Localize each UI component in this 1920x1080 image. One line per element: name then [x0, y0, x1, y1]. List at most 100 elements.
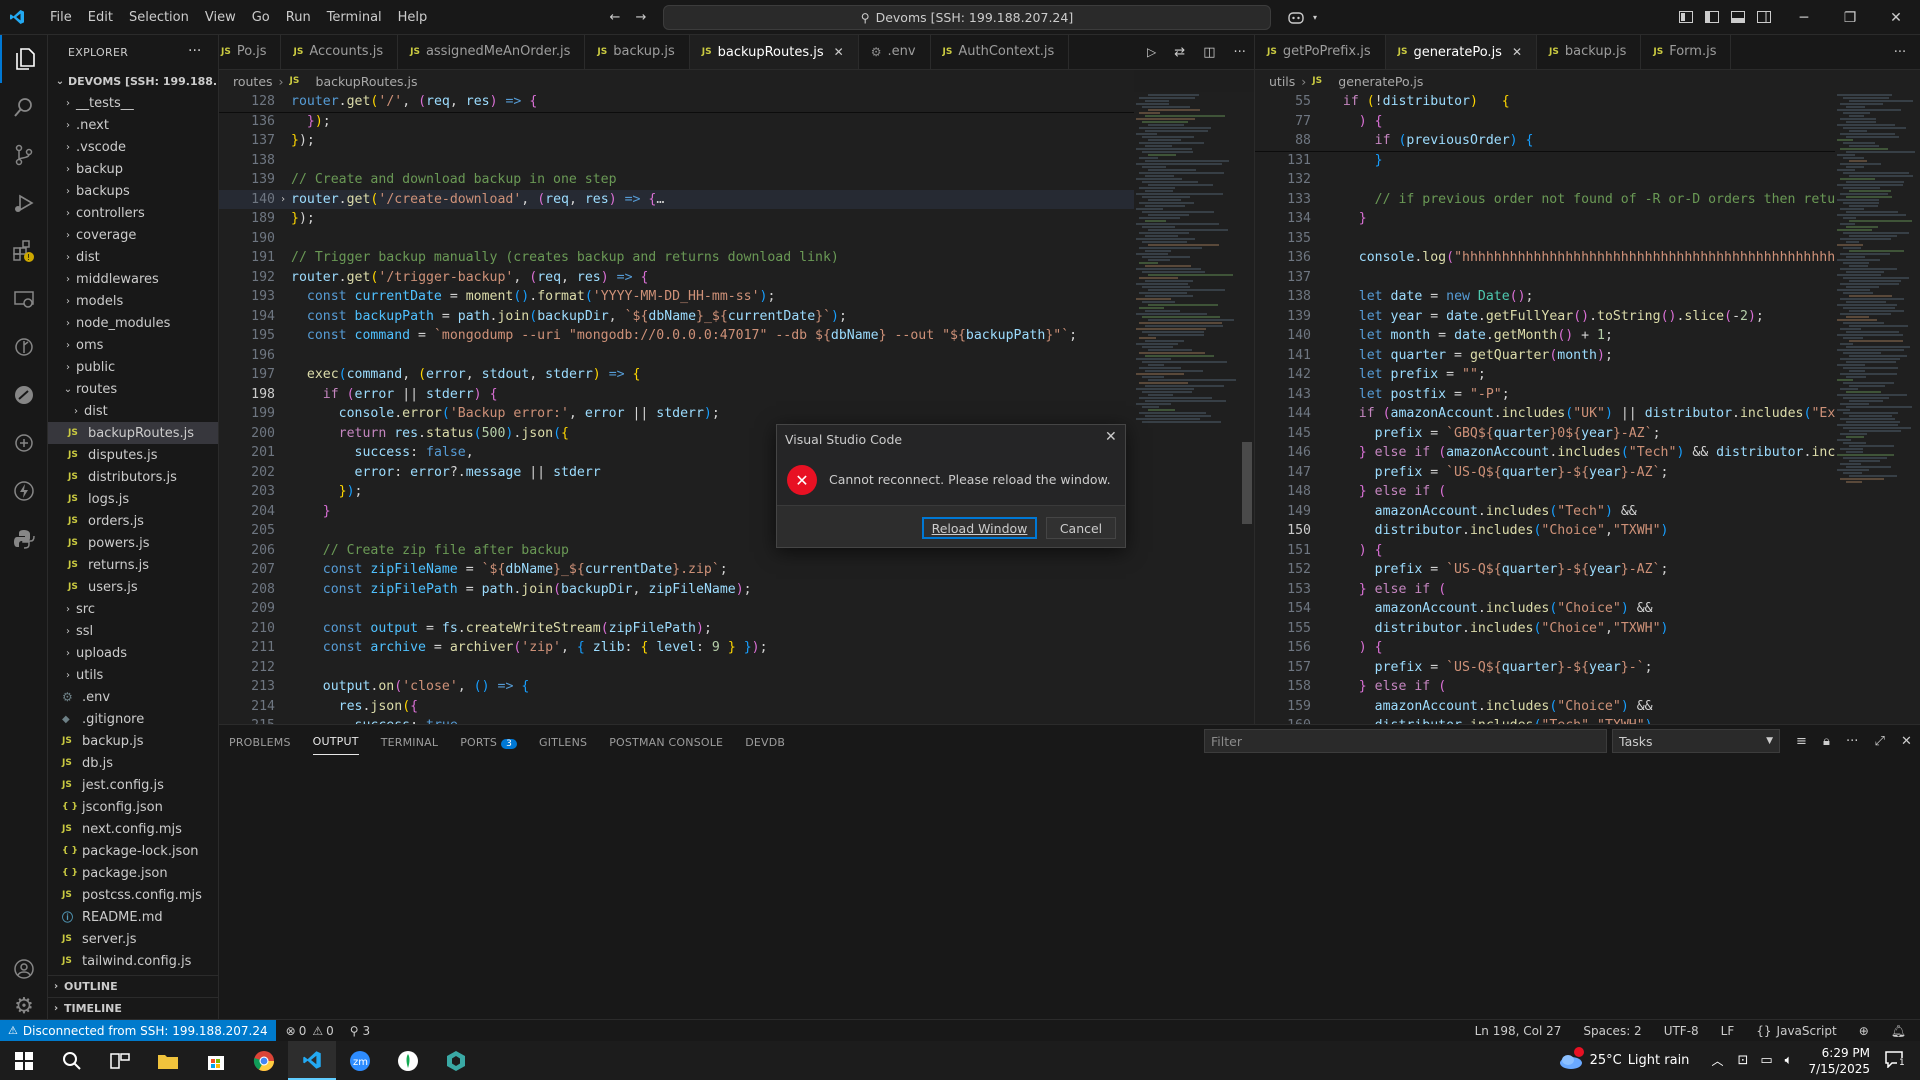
panel-tab-devdb[interactable]: DEVDB [745, 730, 785, 755]
folder-item[interactable]: › public [48, 356, 218, 378]
accounts-icon[interactable] [0, 945, 48, 993]
toggle-secondary-sidebar-icon[interactable] [1755, 9, 1773, 25]
file-item[interactable]: JS powers.js [48, 532, 218, 554]
close-tab-icon[interactable]: ✕ [1512, 45, 1522, 59]
file-item[interactable]: ◆ .gitignore [48, 708, 218, 730]
left-minimap[interactable] [1134, 92, 1240, 724]
breadcrumb-file[interactable]: backupRoutes.js [316, 74, 418, 89]
panel-tab-problems[interactable]: PROBLEMS [229, 730, 291, 755]
panel-tab-ports[interactable]: PORTS 3 [460, 730, 517, 755]
folder-item[interactable]: › controllers [48, 202, 218, 224]
zoom-icon[interactable]: zm [336, 1041, 384, 1080]
editor-tab[interactable]: JS backup.js [1537, 35, 1642, 69]
more-panel-actions-icon[interactable]: ··· [1846, 734, 1858, 749]
menu-item-run[interactable]: Run [278, 0, 319, 35]
folder-item[interactable]: › dist [48, 246, 218, 268]
editor-tab[interactable]: JS Accounts.js [281, 35, 399, 69]
folder-item[interactable]: › oms [48, 334, 218, 356]
notifications-bell-icon[interactable]: 🔔︎ [1891, 1024, 1906, 1038]
file-item[interactable]: JS backup.js [48, 730, 218, 752]
left-code-editor[interactable]: 128 router.get('/', (req, res) => {136 })… [219, 92, 1134, 724]
dialog-close-icon[interactable]: ✕ [1105, 429, 1117, 445]
cancel-button[interactable]: Cancel [1046, 517, 1116, 539]
editor-tab[interactable]: JS backupRoutes.js ✕ [689, 35, 859, 69]
folder-item[interactable]: › node_modules [48, 312, 218, 334]
vscode-taskbar-icon[interactable] [288, 1041, 336, 1080]
run-file-icon[interactable]: ▷ [1147, 45, 1156, 59]
file-item[interactable]: JS postcss.config.mjs [48, 884, 218, 906]
folder-item[interactable]: › uploads [48, 642, 218, 664]
microsoft-store-icon[interactable] [192, 1041, 240, 1080]
run-debug-icon[interactable] [0, 179, 48, 227]
menu-item-edit[interactable]: Edit [80, 0, 121, 35]
editor-tab[interactable]: JS getPoPrefix.js [1255, 35, 1386, 69]
ports-status[interactable]: ⚲ 3 [350, 1024, 370, 1038]
file-item[interactable]: JS tailwind.config.js [48, 950, 218, 972]
problems-status[interactable]: ⊗ 0 ⚠ 0 [286, 1024, 334, 1038]
menu-item-file[interactable]: File [42, 0, 80, 35]
end-of-line[interactable]: LF [1721, 1024, 1735, 1038]
explorer-icon[interactable] [0, 35, 48, 83]
app-icon[interactable] [432, 1041, 480, 1080]
editor-tab[interactable]: JS Po.js [219, 35, 282, 69]
toggle-panel-icon[interactable] [1729, 9, 1747, 25]
more-editor-actions-icon[interactable]: ··· [1880, 35, 1920, 70]
clock[interactable]: 6:29 PM 7/15/2025 [1808, 1045, 1870, 1077]
breadcrumb-folder[interactable]: utils [1269, 74, 1295, 89]
folder-item[interactable]: › middlewares [48, 268, 218, 290]
close-tab-icon[interactable]: ✕ [834, 45, 844, 59]
extensions-icon[interactable]: ! [0, 227, 48, 275]
file-item[interactable]: ⚙ .env [48, 686, 218, 708]
file-item[interactable]: JS jest.config.js [48, 774, 218, 796]
file-item[interactable]: JS server.js [48, 928, 218, 950]
breadcrumb-file[interactable]: generatePo.js [1338, 74, 1423, 89]
windows-start-icon[interactable] [0, 1041, 48, 1080]
menu-item-selection[interactable]: Selection [121, 0, 197, 35]
file-item[interactable]: JS next.config.mjs [48, 818, 218, 840]
remote-explorer-icon[interactable] [0, 275, 48, 323]
breadcrumb-folder[interactable]: routes [233, 74, 273, 89]
folder-item[interactable]: › dist [48, 400, 218, 422]
right-code-editor[interactable]: 55 if (!distributor) {77 ) {88 if (previ… [1255, 92, 1835, 724]
folder-item[interactable]: › coverage [48, 224, 218, 246]
file-item[interactable]: JS users.js [48, 576, 218, 598]
close-panel-icon[interactable]: ✕ [1901, 734, 1912, 749]
remote-status[interactable]: ⚠ Disconnected from SSH: 199.188.207.24 [0, 1019, 276, 1042]
file-item[interactable]: JS orders.js [48, 510, 218, 532]
file-item[interactable]: JS returns.js [48, 554, 218, 576]
panel-tab-output[interactable]: OUTPUT [312, 729, 359, 755]
panel-tab-postman-console[interactable]: POSTMAN CONSOLE [609, 730, 723, 755]
editor-tab[interactable]: JS Form.js [1641, 35, 1732, 69]
file-item[interactable]: JS distributors.js [48, 466, 218, 488]
folder-item[interactable]: › models [48, 290, 218, 312]
close-window-icon[interactable]: ✕ [1873, 0, 1919, 35]
menu-item-help[interactable]: Help [390, 0, 436, 35]
indentation[interactable]: Spaces: 2 [1583, 1024, 1641, 1038]
chrome-icon[interactable] [240, 1041, 288, 1080]
file-item[interactable]: { } jsconfig.json [48, 796, 218, 818]
editor-tab[interactable]: JS assignedMeAnOrder.js [398, 35, 586, 69]
minimize-icon[interactable]: ─ [1781, 0, 1827, 35]
more-editor-actions-icon[interactable]: ··· [1234, 45, 1246, 60]
panel-tab-gitlens[interactable]: GITLENS [539, 730, 587, 755]
left-scrollbar[interactable] [1240, 92, 1254, 724]
file-item[interactable]: { } package.json [48, 862, 218, 884]
source-control-icon[interactable] [0, 131, 48, 179]
editor-tab[interactable]: ⚙ .env [858, 35, 931, 69]
copilot-status-icon[interactable]: ⊕ [1859, 1024, 1869, 1038]
menu-item-go[interactable]: Go [244, 0, 278, 35]
scrollbar-thumb[interactable] [1242, 442, 1252, 524]
back-arrow-icon[interactable]: ← [606, 9, 624, 25]
file-explorer-icon[interactable] [144, 1041, 192, 1080]
folder-item[interactable]: › backup [48, 158, 218, 180]
compare-changes-icon[interactable]: ⇄ [1174, 45, 1185, 60]
panel-tab-terminal[interactable]: TERMINAL [381, 730, 439, 755]
outline-section[interactable]: › OUTLINE [48, 975, 219, 997]
task-view-icon[interactable] [96, 1041, 144, 1080]
volume-icon[interactable]: 🔈︎ [1785, 1053, 1793, 1068]
display-icon[interactable]: ▭ [1760, 1053, 1772, 1068]
folder-item[interactable]: › __tests__ [48, 92, 218, 114]
split-editor-icon[interactable]: ◫ [1203, 45, 1215, 60]
editor-tab[interactable]: JS AuthContext.js [930, 35, 1070, 69]
toggle-sidebar-icon[interactable] [1703, 9, 1721, 25]
